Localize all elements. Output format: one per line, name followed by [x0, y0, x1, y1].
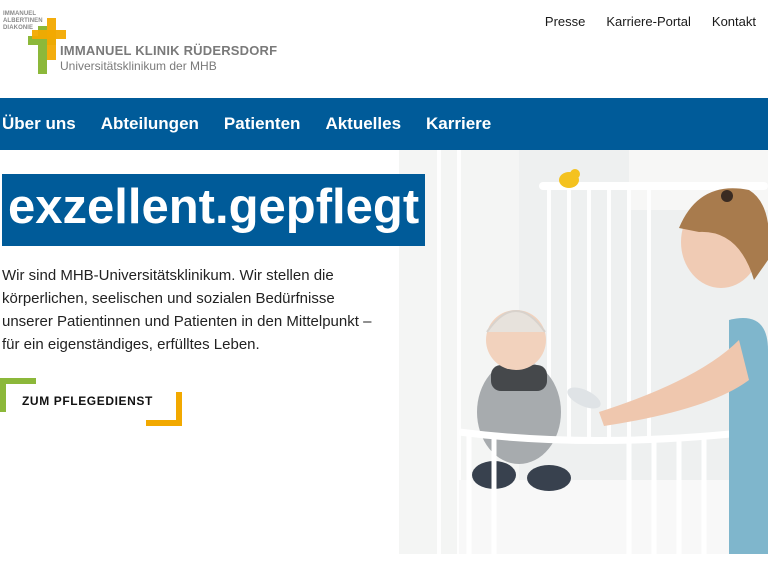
topnav-kontakt-link[interactable]: Kontakt [712, 14, 756, 29]
nav-karriere[interactable]: Karriere [426, 114, 491, 134]
nav-ueber-uns[interactable]: Über uns [2, 114, 76, 134]
brand-name: IMMANUEL KLINIK RÜDERSDORF [60, 43, 278, 58]
pflegedienst-cta-button[interactable]: ZUM PFLEGEDIENST [0, 378, 182, 426]
brand-block[interactable]: IMMANUEL KLINIK RÜDERSDORF Universitätsk… [60, 43, 277, 73]
site-header: IMMANUEL ALBERTINEN DIAKONIE IMMANUEL KL… [0, 0, 768, 98]
top-navigation: Presse Karriere-Portal Kontakt [545, 14, 756, 29]
topnav-presse-link[interactable]: Presse [545, 14, 585, 29]
hero-section: exzellent.gepflegt Wir sind MHB-Universi… [0, 150, 768, 576]
cta-label: ZUM PFLEGEDIENST [22, 394, 153, 408]
brand-subtitle: Universitätsklinikum der MHB [60, 59, 217, 73]
nav-patienten[interactable]: Patienten [224, 114, 301, 134]
hero-illustration [399, 150, 768, 554]
logo-line-1: IMMANUEL [3, 11, 37, 17]
hero-headline: exzellent.gepflegt [2, 174, 426, 246]
hero-intro-text: Wir sind MHB-Universitätsklinikum. Wir s… [2, 267, 372, 353]
hero-photo-nurse-with-baby [399, 150, 768, 554]
nav-abteilungen[interactable]: Abteilungen [101, 114, 199, 134]
main-navigation: Über uns Abteilungen Patienten Aktuelles… [0, 98, 768, 150]
nav-aktuelles[interactable]: Aktuelles [325, 114, 401, 134]
topnav-karriere-portal-link[interactable]: Karriere-Portal [606, 14, 691, 29]
